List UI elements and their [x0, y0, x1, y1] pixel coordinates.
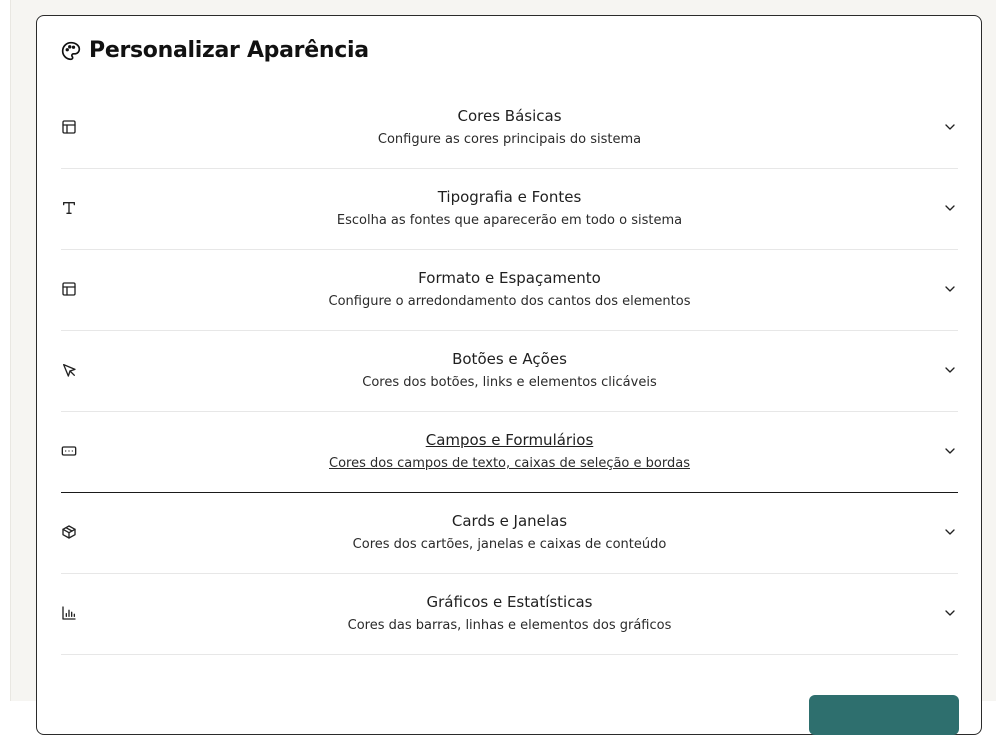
chevron-down-icon[interactable] [942, 200, 958, 216]
section-title: Tipografia e Fontes [437, 188, 582, 206]
section-title: Cards e Janelas [451, 512, 568, 530]
appearance-card: Personalizar Aparência Cores Básicas Con… [36, 15, 982, 735]
section-description: Configure o arredondamento dos cantos do… [328, 294, 691, 309]
section-title: Campos e Formulários [425, 431, 594, 449]
section-description: Cores das barras, linhas e elementos dos… [347, 618, 672, 633]
accordion-item-basic-colors[interactable]: Cores Básicas Configure as cores princip… [61, 88, 958, 169]
settings-accordion: Cores Básicas Configure as cores princip… [61, 88, 958, 655]
section-title: Formato e Espaçamento [418, 269, 601, 287]
section-title: Botões e Ações [452, 350, 567, 368]
accordion-item-format-spacing[interactable]: Formato e Espaçamento Configure o arredo… [61, 250, 958, 331]
accordion-item-charts-stats[interactable]: Gráficos e Estatísticas Cores das barras… [61, 574, 958, 655]
section-description: Cores dos campos de texto, caixas de sel… [329, 456, 690, 471]
section-description: Escolha as fontes que aparecerão em todo… [336, 213, 683, 228]
accordion-item-typography[interactable]: Tipografia e Fontes Escolha as fontes qu… [61, 169, 958, 250]
palette-icon [61, 41, 81, 61]
accordion-item-buttons-actions[interactable]: Botões e Ações Cores dos botões, links e… [61, 331, 958, 412]
section-description: Cores dos botões, links e elementos clic… [362, 375, 657, 390]
section-title: Gráficos e Estatísticas [426, 593, 593, 611]
accordion-item-cards-windows[interactable]: Cards e Janelas Cores dos cartões, janel… [61, 493, 958, 574]
chevron-down-icon[interactable] [942, 524, 958, 540]
section-description: Configure as cores principais do sistema [377, 132, 642, 147]
chevron-down-icon[interactable] [942, 281, 958, 297]
chevron-down-icon[interactable] [942, 119, 958, 135]
chevron-down-icon[interactable] [942, 362, 958, 378]
card-header: Personalizar Aparência [61, 38, 369, 63]
chevron-down-icon[interactable] [942, 605, 958, 621]
section-title: Cores Básicas [457, 107, 562, 125]
chevron-down-icon[interactable] [942, 443, 958, 459]
save-button[interactable] [809, 695, 959, 735]
page-title: Personalizar Aparência [89, 38, 369, 63]
section-description: Cores dos cartões, janelas e caixas de c… [352, 537, 667, 552]
accordion-item-fields-forms[interactable]: Campos e Formulários Cores dos campos de… [61, 412, 958, 493]
